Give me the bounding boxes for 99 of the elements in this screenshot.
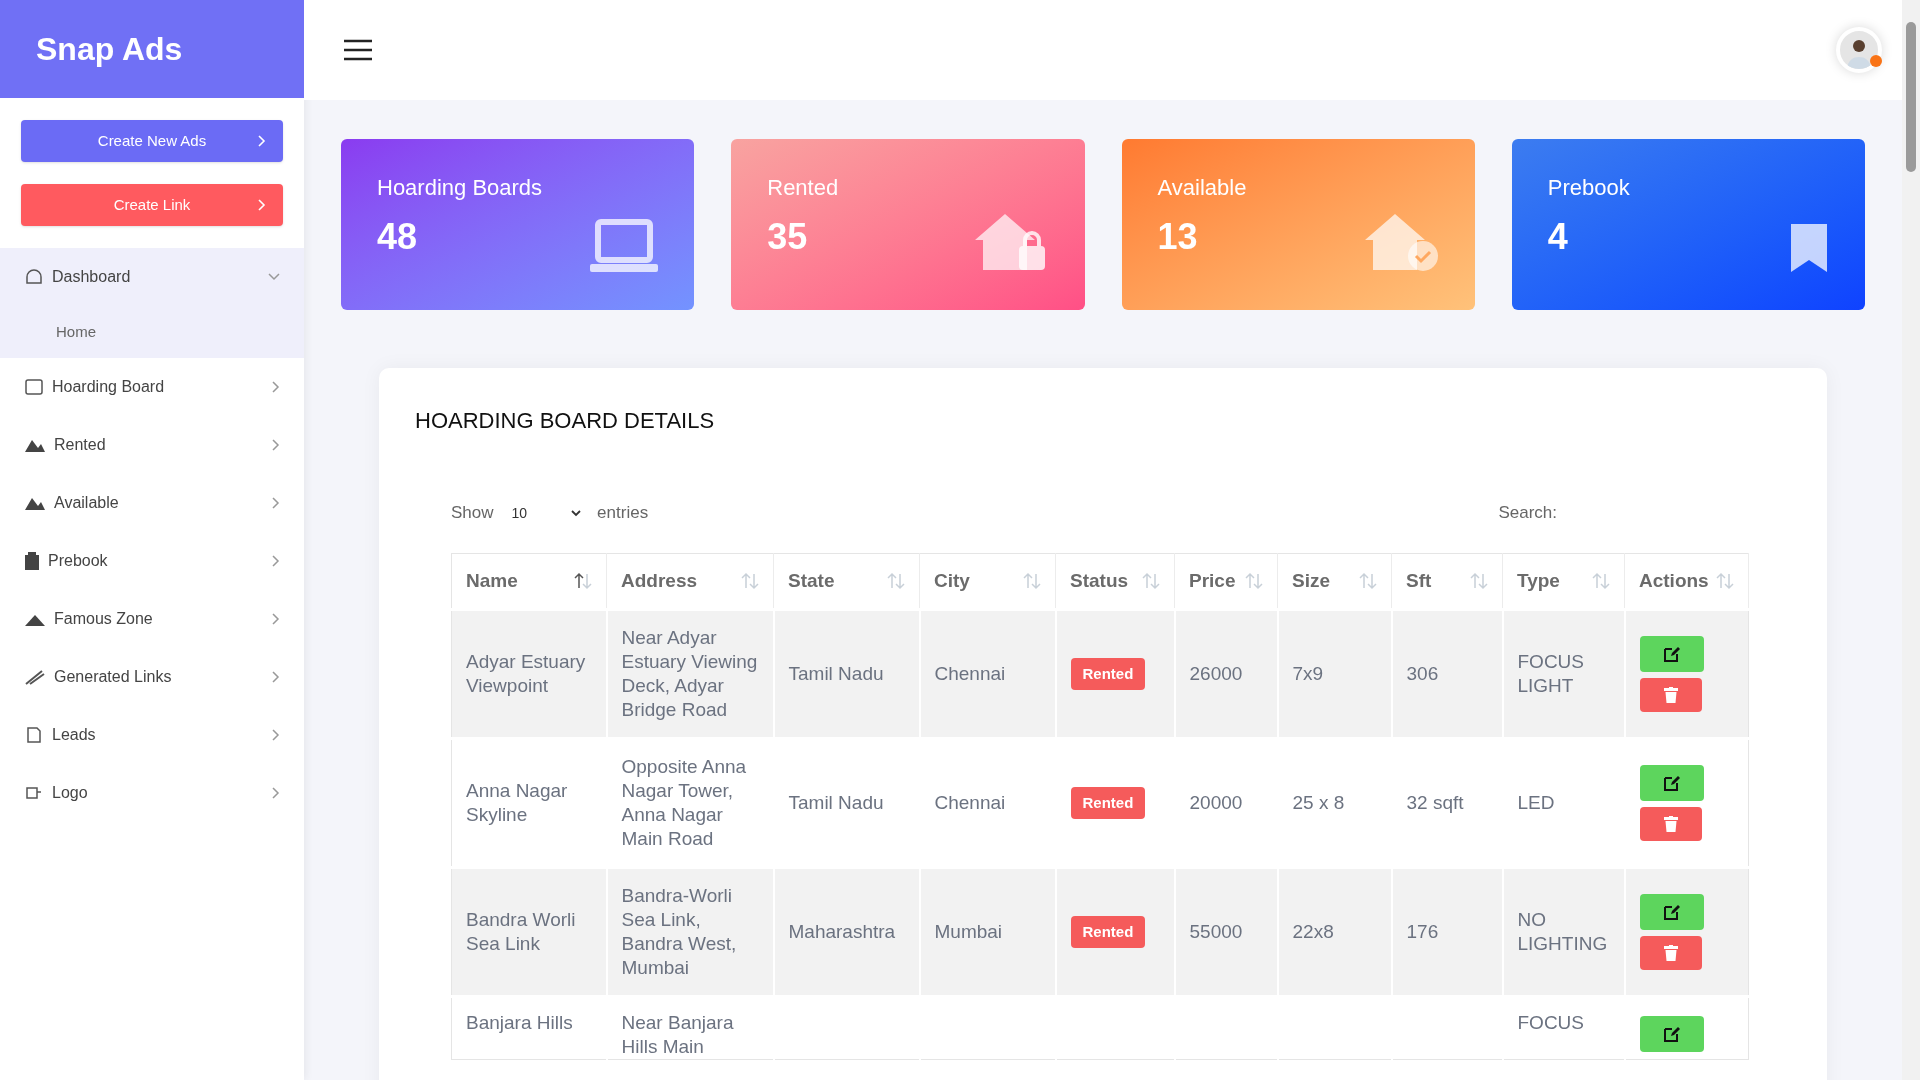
sidebar-item[interactable]: Generated Links [0,648,304,706]
sidebar-item[interactable]: Hoarding Board [0,358,304,416]
table-cell: 55000 [1189,921,1243,942]
table-cell: 176 [1406,921,1439,942]
dashboard-icon [24,267,44,287]
document-icon [24,725,44,745]
laptop-icon [590,218,659,274]
logo-text: Snap Ads [36,30,183,69]
table-cell: Bandra Worli Sea Link [466,909,576,954]
edit-icon [1662,774,1681,792]
menu-icon [344,39,372,61]
table-cell: Maharashtra [788,921,896,942]
edit-button[interactable] [1639,1016,1704,1052]
status-badge: Rented [1070,787,1146,819]
chevron-right-icon [272,671,280,683]
table-cell: FOCUS [1517,1012,1584,1033]
column-header[interactable]: Price [1174,553,1278,610]
chevron-right-icon [272,497,280,509]
status-badge: Rented [1070,658,1146,690]
trash-icon [1663,945,1678,961]
stat-value: 4 [1547,216,1568,257]
edit-button[interactable] [1639,636,1704,672]
board-icon [24,377,44,397]
trash-icon [1663,816,1678,832]
table-cell: 20000 [1189,792,1243,813]
sidebar-item[interactable]: Available [0,474,304,532]
sidebar-item[interactable]: Dashboard [0,248,304,306]
stat-title: Rented [767,174,840,202]
column-header[interactable]: Actions [1624,553,1749,610]
table-cell: 7x9 [1292,663,1324,684]
table-cell: LED [1517,792,1555,813]
table-cell: Near Banjara Hills Main [621,1012,734,1057]
chevron-right-icon [272,787,280,799]
chevron-right-icon [272,439,280,451]
table-cell: Banjara Hills [466,1012,573,1033]
scrollbar[interactable] [1902,0,1920,1080]
entries-label: entries [597,502,649,525]
chevron-right-icon [272,555,280,567]
sidebar-button[interactable]: Create New Ads [21,120,283,162]
table-cell: 306 [1406,663,1439,684]
sidebar-item[interactable]: Logo [0,764,304,822]
stat-value: 13 [1157,216,1198,257]
column-header[interactable]: Sft [1391,553,1503,610]
bookmark-icon [1789,222,1829,274]
table-cell: Near Adyar Estuary Viewing Deck, Adyar Bridge Road [621,627,758,720]
column-header[interactable]: Size [1277,553,1392,610]
edit-icon [1662,645,1681,663]
table-cell: Chennai [934,663,1006,684]
page-size-select[interactable]: 10 [505,502,588,524]
chevron-icon [257,199,267,211]
sidebar-item[interactable]: Rented [0,416,304,474]
table-cell: Anna Nagar Skyline [466,780,568,825]
table-cell: NO LIGHTING [1517,909,1608,954]
column-header[interactable]: Name [451,553,607,610]
delete-button[interactable] [1639,936,1702,970]
chevron-down-icon [571,509,582,517]
stat-title: Prebook [1547,174,1631,202]
sidebar-button[interactable]: Create Link [21,184,283,226]
table-cell: Adyar Estuary Viewpoint [466,651,586,696]
edit-button[interactable] [1639,894,1704,930]
stat-value: 48 [377,216,418,257]
column-header[interactable]: Type [1502,553,1625,610]
table-cell: 26000 [1189,663,1243,684]
sidebar-item[interactable]: Prebook [0,532,304,590]
table-cell: FOCUS LIGHT [1517,651,1584,696]
table-cell: Tamil Nadu [788,792,884,813]
show-label: Show [451,502,494,525]
edit-button[interactable] [1639,765,1704,801]
table-cell: Tamil Nadu [788,663,884,684]
stat-value: 35 [767,216,808,257]
sidebar-item[interactable]: Famous Zone [0,590,304,648]
delete-button[interactable] [1639,807,1702,841]
edit-icon [1662,1025,1681,1043]
table-cell: 25 x 8 [1292,792,1345,813]
table-cell: Bandra-Worli Sea Link, Bandra West, Mumbai [621,885,737,978]
status-badge: Rented [1070,916,1146,948]
chevron-right-icon [272,381,280,393]
stat-title: Available [1157,174,1248,202]
card-title: HOARDING BOARD DETAILS [415,407,716,435]
table-cell: 22x8 [1292,921,1334,942]
stat-title: Hoarding Boards [377,174,544,202]
chevron-icon [257,135,267,147]
search-label: Search: [1498,502,1557,525]
column-header[interactable]: Address [606,553,774,610]
submenu-item[interactable]: Home [56,320,96,344]
column-header[interactable]: Status [1055,553,1175,610]
chevron-right-icon [272,729,280,741]
trash-icon [1663,687,1678,703]
table-cell: Chennai [934,792,1006,813]
column-header[interactable]: City [919,553,1056,610]
chevron-down-icon [268,273,280,281]
table-cell: Opposite Anna Nagar Tower, Anna Nagar Main Road [621,756,747,849]
sidebar-item[interactable]: Leads [0,706,304,764]
delete-button[interactable] [1639,678,1702,712]
edit-icon [1662,903,1681,921]
table-cell: Mumbai [934,921,1003,942]
column-header[interactable]: State [773,553,920,610]
chevron-right-icon [272,613,280,625]
table-cell: 32 sqft [1406,792,1464,813]
